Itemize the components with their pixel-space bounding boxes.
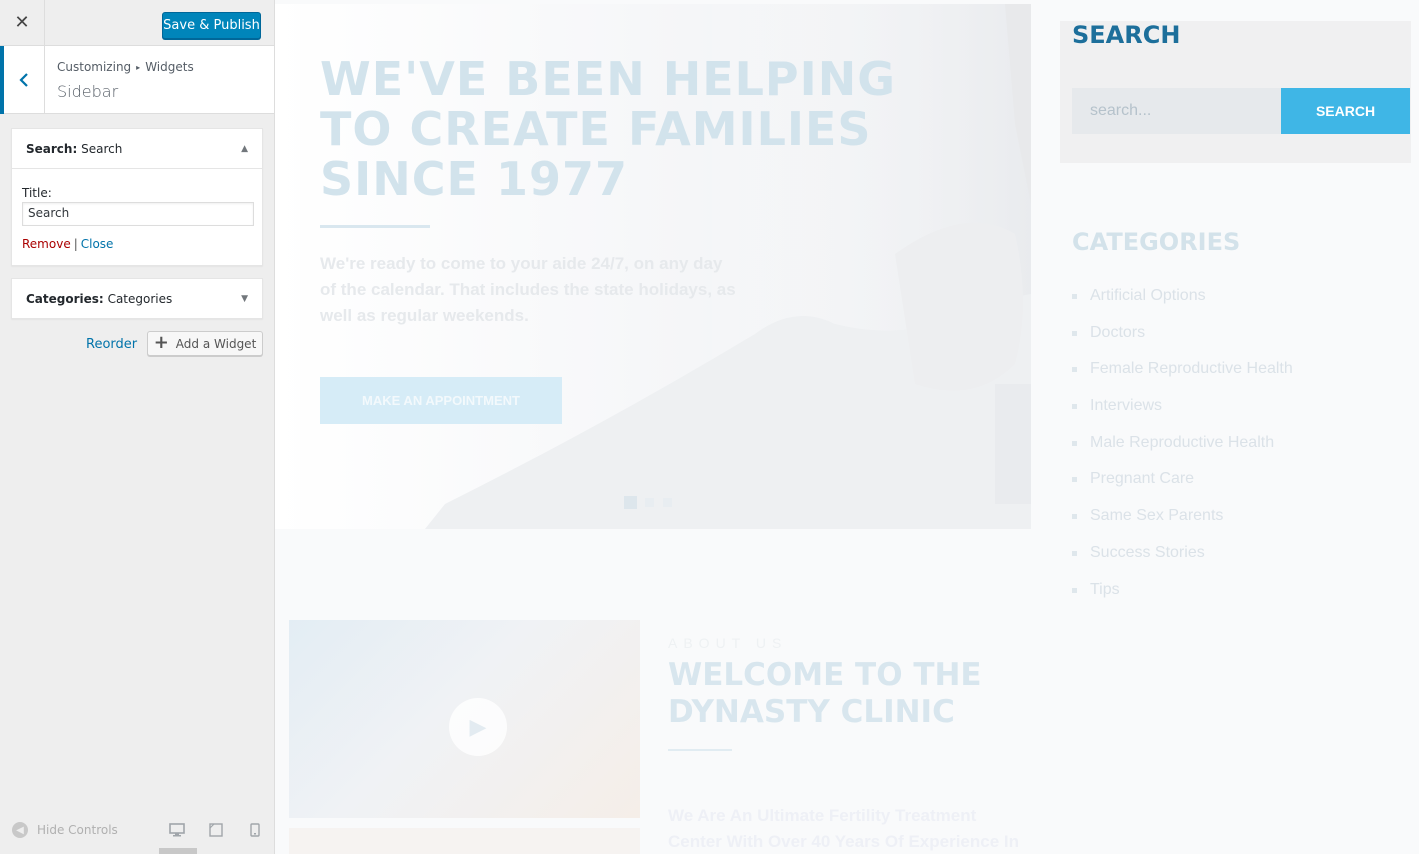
reorder-link[interactable]: Reorder: [86, 337, 137, 352]
sidebar-categories-list: Artificial Options Doctors Female Reproduc…: [1072, 287, 1293, 617]
widget-actions: Remove | Close: [22, 237, 252, 251]
collapse-arrow-icon[interactable]: ▲: [241, 144, 248, 154]
category-link[interactable]: Female Reproductive Health: [1072, 360, 1293, 397]
hero-divider: [320, 225, 430, 228]
active-device-indicator: [159, 848, 197, 854]
bullet-icon: [1072, 550, 1077, 556]
desktop-icon[interactable]: [169, 822, 185, 838]
widget-categories-header[interactable]: Categories: Categories ▼: [12, 279, 262, 319]
widget-search-form: Title: Search Remove | Close: [12, 186, 262, 251]
customizer-header: ✕ Save & Publish: [0, 0, 274, 46]
make-appointment-button[interactable]: MAKE AN APPOINTMENT: [320, 377, 562, 424]
bullet-icon: [1072, 514, 1077, 520]
remove-link[interactable]: Remove: [22, 237, 71, 251]
bullet-icon: [1072, 477, 1077, 483]
close-icon: ✕: [14, 12, 30, 33]
widget-search-title: Search: [81, 141, 123, 156]
category-link[interactable]: Male Reproductive Health: [1072, 434, 1293, 471]
hero-heading: WE'VE BEEN HELPING TO CREATE FAMILIES SI…: [320, 52, 897, 206]
section-title: Customizing ▸ Widgets Sidebar: [0, 46, 274, 114]
bullet-icon: [1072, 404, 1077, 410]
expand-arrow-icon[interactable]: ▼: [241, 294, 248, 304]
widget-search: Search: Search ▲ Title: Search Remove | Cl…: [11, 128, 263, 266]
about-heading: WELCOME TO THE DYNASTY CLINIC: [668, 657, 982, 730]
category-label: Artificial Options: [1090, 287, 1206, 304]
actions-separator: |: [73, 237, 78, 251]
widget-search-header[interactable]: Search: Search ▲: [12, 129, 262, 169]
category-label: Male Reproductive Health: [1090, 433, 1275, 451]
breadcrumb-root: Customizing: [57, 60, 132, 74]
close-link[interactable]: Close: [81, 237, 114, 251]
slider-dot-3[interactable]: [663, 498, 672, 507]
category-link[interactable]: Success Stories: [1072, 544, 1293, 581]
about-divider: [668, 749, 732, 751]
widget-categories-type: Categories:: [26, 292, 104, 306]
widget-search-type: Search:: [26, 141, 78, 156]
play-icon[interactable]: ▶: [449, 698, 507, 756]
breadcrumb-section: Widgets: [145, 60, 194, 74]
plus-icon: +: [153, 331, 169, 353]
chevron-left-icon: [19, 73, 28, 87]
panel-title: Sidebar: [57, 82, 119, 101]
bullet-icon: [1072, 587, 1077, 593]
customizer-panel: ✕ Save & Publish Customizing ▸ Widgets Sid…: [0, 0, 275, 854]
thumbnail-strip: [289, 828, 640, 854]
breadcrumb-separator: ▸: [136, 63, 141, 72]
close-customizer-button[interactable]: ✕: [0, 0, 45, 45]
sidebar-search-title: SEARCH: [1072, 21, 1181, 49]
collapse-circle-icon: ◀: [12, 822, 28, 838]
site-preview[interactable]: WE'VE BEEN HELPING TO CREATE FAMILIES SI…: [275, 0, 1419, 854]
category-label: Pregnant Care: [1090, 470, 1195, 488]
about-text: We Are An Ultimate Fertility Treatment C…: [668, 806, 1020, 851]
mobile-icon[interactable]: [247, 822, 263, 838]
slider-dot-1[interactable]: [624, 496, 637, 509]
save-publish-button[interactable]: Save & Publish: [162, 12, 261, 39]
category-link[interactable]: Artificial Options: [1072, 287, 1293, 324]
category-label: Interviews: [1090, 397, 1163, 415]
category-label: Tips: [1090, 580, 1120, 598]
category-label: Success Stories: [1090, 543, 1205, 561]
customizer-footer: ◀ Hide Controls: [0, 812, 274, 854]
category-link[interactable]: Doctors: [1072, 324, 1293, 361]
sidebar-categories-title: CATEGORIES: [1072, 228, 1241, 256]
category-label: Doctors: [1090, 323, 1146, 341]
bullet-icon: [1072, 330, 1077, 336]
category-link[interactable]: Tips: [1072, 581, 1293, 618]
about-video-thumbnail[interactable]: ▶: [289, 620, 640, 818]
back-button[interactable]: [0, 46, 45, 114]
category-label: Female Reproductive Health: [1090, 360, 1293, 378]
category-link[interactable]: Interviews: [1072, 397, 1293, 434]
category-label: Same Sex Parents: [1090, 507, 1224, 525]
sidebar-search-button[interactable]: SEARCH: [1281, 88, 1410, 134]
sidebar-search-widget: SEARCH search... SEARCH: [1060, 21, 1411, 163]
bullet-icon: [1072, 294, 1077, 299]
title-field-input[interactable]: Search: [22, 202, 254, 226]
bullet-icon: [1072, 367, 1077, 373]
title-field-label: Title:: [22, 186, 52, 200]
bullet-icon: [1072, 440, 1077, 446]
category-link[interactable]: Pregnant Care: [1072, 470, 1293, 507]
slider-dot-2[interactable]: [645, 498, 654, 507]
sidebar-search-input[interactable]: search...: [1072, 88, 1281, 134]
category-link[interactable]: Same Sex Parents: [1072, 507, 1293, 544]
widget-categories-title: Categories: [107, 292, 173, 306]
tablet-icon[interactable]: [208, 822, 224, 838]
breadcrumb: Customizing ▸ Widgets: [57, 60, 194, 74]
hero-text: We're ready to come to your aide 24/7, o…: [320, 254, 736, 325]
widget-categories[interactable]: Categories: Categories ▼: [11, 278, 263, 319]
hero-slider: WE'VE BEEN HELPING TO CREATE FAMILIES SI…: [275, 4, 1031, 529]
hide-controls-button[interactable]: ◀ Hide Controls: [12, 822, 118, 838]
add-widget-label: Add a Widget: [175, 336, 257, 351]
add-widget-button[interactable]: + Add a Widget: [147, 331, 263, 356]
hide-controls-label: Hide Controls: [37, 823, 118, 837]
about-eyebrow: ABOUT US: [668, 635, 788, 651]
